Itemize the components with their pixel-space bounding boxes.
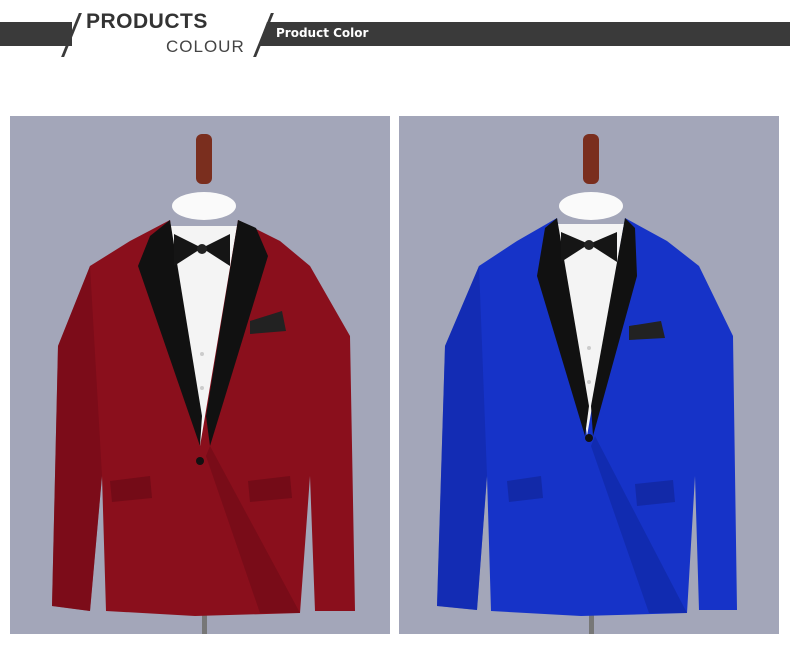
royal-blue-tuxedo-image [399,116,779,634]
header-bar-left [0,22,72,46]
burgundy-tuxedo-image [10,116,390,634]
product-photo-royal-blue [399,116,779,634]
product-photo-burgundy [10,116,390,634]
section-title: PRODUCTS [86,10,208,33]
product-color-label: Product Color [276,26,369,40]
section-subtitle: COLOUR [166,37,245,56]
